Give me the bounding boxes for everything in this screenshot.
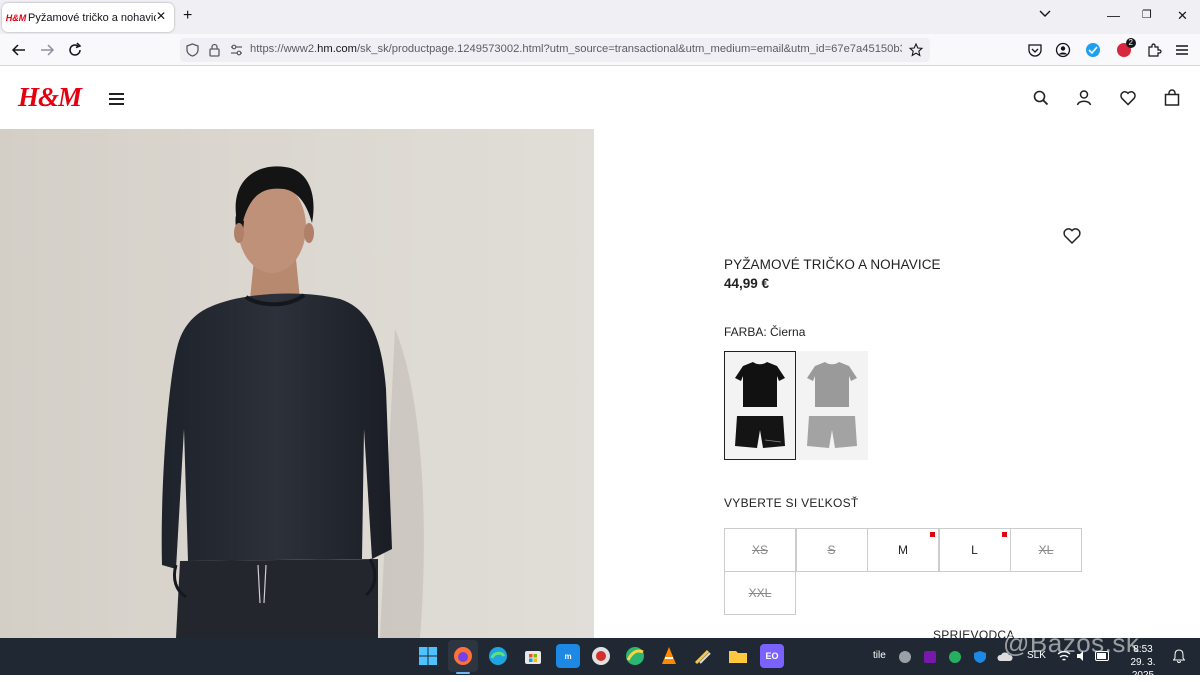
tab-list-chevron-icon[interactable] bbox=[1039, 10, 1051, 18]
extension-count-badge: 2 bbox=[1125, 38, 1136, 48]
browser-tab[interactable]: H&M Pyžamové tričko a nohavice - Č ✕ bbox=[2, 3, 174, 32]
defender-tray-icon[interactable] bbox=[973, 650, 987, 664]
back-icon[interactable] bbox=[11, 42, 27, 58]
menu-icon[interactable] bbox=[1174, 42, 1190, 58]
store-icon[interactable] bbox=[521, 644, 545, 668]
color-label: FARBA: Čierna bbox=[724, 325, 806, 339]
tracking-shield-icon[interactable] bbox=[186, 43, 199, 57]
vlc-icon[interactable] bbox=[657, 644, 681, 668]
black-pajama-thumbnail bbox=[735, 362, 785, 448]
hm-favicon-icon: H&M bbox=[5, 12, 27, 23]
skype-tray-icon[interactable] bbox=[898, 650, 912, 664]
color-swatch-grey[interactable] bbox=[796, 351, 868, 460]
extensions-puzzle-icon[interactable] bbox=[1146, 42, 1162, 58]
account-user-icon[interactable] bbox=[1075, 89, 1093, 107]
permissions-icon[interactable] bbox=[230, 44, 243, 56]
size-option-xs[interactable]: XS bbox=[724, 528, 796, 572]
size-section-title: VYBERTE SI VEĽKOSŤ bbox=[724, 496, 859, 510]
account-icon[interactable] bbox=[1055, 42, 1071, 58]
opera-like-icon[interactable] bbox=[589, 644, 613, 668]
size-option-l[interactable]: L bbox=[938, 528, 1011, 572]
bazos-watermark: @Bazos.sk bbox=[1003, 628, 1140, 658]
new-tab-button[interactable]: + bbox=[183, 8, 192, 24]
file-explorer-icon[interactable] bbox=[726, 644, 750, 668]
hm-logo[interactable]: H&M bbox=[18, 82, 82, 113]
tools-icon[interactable] bbox=[691, 644, 715, 668]
favorites-heart-icon[interactable] bbox=[1119, 89, 1137, 107]
tray-tile-label[interactable]: tile bbox=[873, 650, 886, 661]
shopping-bag-icon[interactable] bbox=[1163, 89, 1181, 107]
clock-date: 29. 3. 2025 bbox=[1130, 657, 1156, 681]
vpn-tray-icon[interactable] bbox=[948, 650, 962, 664]
lock-icon[interactable] bbox=[209, 43, 220, 57]
product-price: 44,99 € bbox=[724, 276, 770, 291]
extension-bird-icon[interactable] bbox=[1085, 42, 1101, 58]
model-photo bbox=[0, 129, 594, 638]
size-option-xxl[interactable]: XXL bbox=[724, 571, 796, 615]
size-option-s[interactable]: S bbox=[795, 528, 868, 572]
product-info-panel: PYŽAMOVÉ TRIČKO A NOHAVICE 44,99 € FARBA… bbox=[724, 129, 1082, 656]
notification-bell-icon[interactable] bbox=[1173, 649, 1185, 663]
grey-pajama-thumbnail bbox=[807, 362, 857, 448]
add-to-favorites-heart-icon[interactable] bbox=[1062, 226, 1082, 246]
edge-icon[interactable] bbox=[486, 644, 510, 668]
mudr-app-icon[interactable]: m bbox=[556, 644, 580, 668]
forward-icon[interactable] bbox=[39, 42, 55, 58]
size-option-m[interactable]: M bbox=[867, 528, 939, 572]
low-stock-indicator bbox=[930, 532, 935, 537]
restore-window-button[interactable]: ❐ bbox=[1142, 8, 1152, 21]
tab-title: Pyžamové tričko a nohavice - Č bbox=[28, 11, 156, 24]
onenote-tray-icon[interactable] bbox=[923, 650, 937, 664]
browser-nav-bar: https://www2.hm.com/sk_sk/productpage.12… bbox=[0, 34, 1200, 66]
pocket-icon[interactable] bbox=[1027, 42, 1043, 58]
bookmark-star-icon[interactable] bbox=[909, 43, 923, 57]
url-bar[interactable]: https://www2.hm.com/sk_sk/productpage.12… bbox=[180, 38, 930, 62]
minimize-window-button[interactable]: — bbox=[1107, 8, 1120, 23]
low-stock-indicator bbox=[1001, 532, 1007, 537]
browser-tab-bar: H&M Pyžamové tričko a nohavice - Č ✕ + —… bbox=[0, 0, 1200, 34]
close-window-button[interactable]: ✕ bbox=[1177, 8, 1188, 24]
size-option-xl[interactable]: XL bbox=[1010, 528, 1082, 572]
firefox-icon[interactable] bbox=[451, 644, 475, 668]
close-tab-icon[interactable]: ✕ bbox=[156, 9, 166, 23]
reload-icon[interactable] bbox=[67, 42, 83, 58]
purple-app-icon[interactable]: EO bbox=[760, 644, 784, 668]
product-image[interactable] bbox=[0, 129, 594, 638]
site-header: H&M bbox=[0, 67, 1200, 129]
windows-start-icon[interactable] bbox=[416, 644, 440, 668]
product-name: PYŽAMOVÉ TRIČKO A NOHAVICE bbox=[724, 257, 941, 272]
vpn-globe-icon[interactable] bbox=[623, 644, 647, 668]
url-text: https://www2.hm.com/sk_sk/productpage.12… bbox=[250, 43, 902, 55]
active-app-indicator bbox=[456, 672, 470, 674]
search-icon[interactable] bbox=[1032, 89, 1050, 107]
color-swatch-black[interactable] bbox=[724, 351, 796, 460]
extension-badge-icon[interactable]: 2 bbox=[1116, 38, 1136, 58]
hamburger-menu-icon[interactable] bbox=[109, 93, 124, 108]
